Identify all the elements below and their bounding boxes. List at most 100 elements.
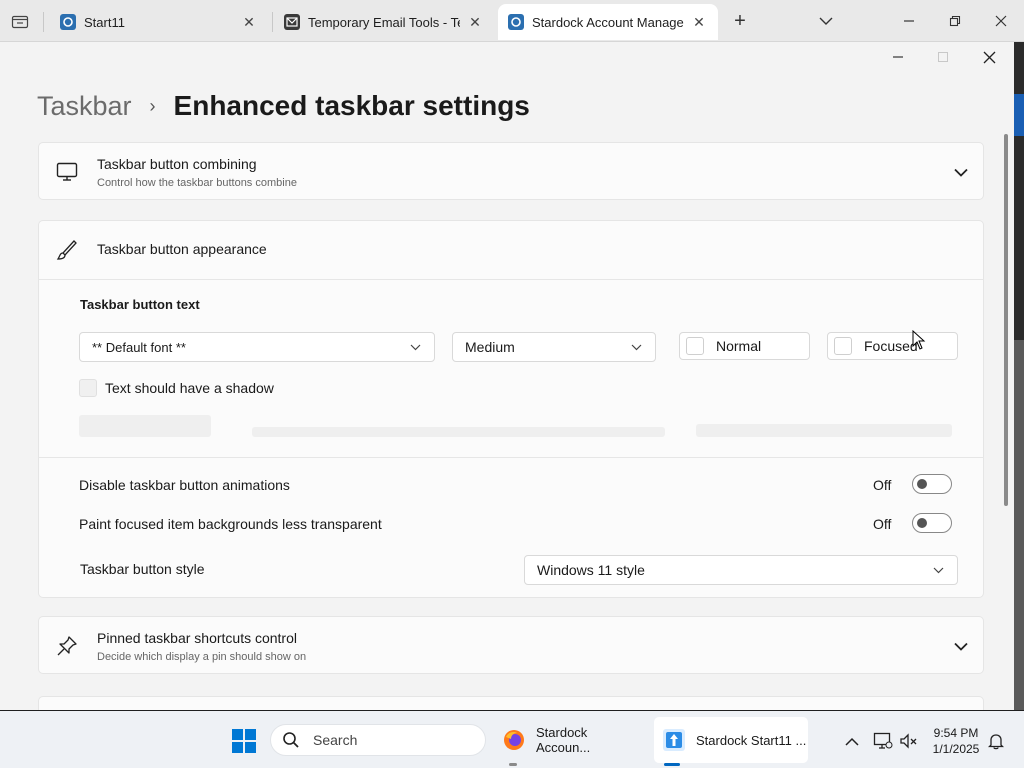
next-settings-card[interactable] (38, 696, 984, 710)
tab-title: Temporary Email Tools - Temporary Email … (308, 14, 460, 30)
tab-separator (43, 12, 44, 32)
card-subtitle: Decide which display a pin should show o… (97, 651, 307, 663)
settings-window: Taskbar › Enhanced taskbar settings Task… (0, 42, 1014, 710)
network-icon[interactable] (873, 731, 893, 751)
new-tab-button[interactable]: + (726, 8, 754, 34)
preview-placeholder (696, 424, 952, 437)
paint-focused-state: Off (873, 516, 892, 532)
tab-list-dropdown-button[interactable] (812, 8, 840, 34)
taskbar-app-label: Stardock Start11 ... (696, 732, 807, 748)
notification-bell-icon[interactable] (986, 731, 1006, 751)
scrollbar-thumb[interactable] (1004, 134, 1008, 506)
chevron-down-icon[interactable] (951, 162, 971, 182)
tab-actions-button[interactable] (8, 10, 32, 32)
firefox-icon (504, 730, 524, 750)
tab-separator (272, 12, 273, 32)
tab-close-icon[interactable]: ✕ (240, 13, 258, 31)
disable-animations-toggle[interactable] (912, 474, 952, 494)
taskbar-button-combining-card[interactable]: Taskbar button combining Control how the… (38, 142, 984, 200)
window-close-button[interactable] (967, 44, 1011, 70)
card-title: Taskbar button combining (97, 156, 257, 172)
clock-time: 9:54 PM (933, 726, 979, 740)
checkbox-box (834, 337, 852, 355)
windows-start-icon[interactable] (230, 727, 258, 755)
show-hidden-icons-button[interactable] (842, 731, 862, 751)
normal-color-checkbox[interactable]: Normal (679, 332, 810, 360)
chevron-down-icon (819, 17, 833, 25)
minimize-icon (904, 20, 914, 22)
breadcrumb-separator-icon: › (149, 95, 156, 116)
normal-label: Normal (716, 338, 762, 354)
search-icon (281, 730, 301, 750)
font-select-value: ** Default font ** (92, 339, 186, 355)
close-icon (983, 51, 995, 63)
tab-title: Start11 (84, 14, 125, 30)
card-header: Taskbar button appearance (39, 221, 983, 279)
monitor-icon (55, 160, 79, 184)
taskbar-app-label: Stardock Accoun... (536, 725, 591, 755)
taskbar-running-indicator (509, 763, 517, 766)
card-title: Taskbar button appearance (97, 241, 267, 257)
tab-title: Stardock Account Management (532, 14, 684, 30)
start11-icon (663, 729, 685, 751)
taskbar-button-appearance-card: Taskbar button appearance (38, 220, 984, 598)
disable-animations-label: Disable taskbar button animations (79, 477, 290, 493)
divider (38, 279, 984, 280)
clock-date: 1/1/2025 (932, 742, 980, 756)
taskbar-app-start11[interactable]: Stardock Start11 ... (654, 717, 808, 763)
tab-close-icon[interactable]: ✕ (466, 13, 484, 31)
tab-stardock-account[interactable]: Stardock Account Management ✕ (498, 4, 718, 40)
volume-muted-icon[interactable] (899, 731, 919, 751)
font-size-select-value: Medium (465, 339, 515, 355)
text-shadow-label: Text should have a shadow (105, 380, 274, 396)
breadcrumb-parent-link[interactable]: Taskbar (37, 91, 132, 122)
toggle-knob (917, 479, 927, 489)
preview-placeholder (252, 427, 665, 437)
browser-maximize-button[interactable] (941, 8, 969, 34)
taskbar-active-indicator (664, 763, 680, 766)
email-favicon-icon (284, 14, 300, 30)
background-window-edge (1014, 42, 1024, 710)
card-subtitle: Control how the taskbar buttons combine (97, 177, 297, 189)
tab-start11[interactable]: Start11 ✕ (50, 4, 268, 40)
maximize-icon (938, 52, 948, 62)
font-size-select[interactable]: Medium (452, 332, 656, 362)
chevron-up-icon (845, 737, 859, 746)
button-style-label: Taskbar button style (80, 561, 205, 577)
taskbar-app-firefox[interactable]: Stardock Accoun... (494, 717, 644, 763)
card-title: Pinned taskbar shortcuts control (97, 630, 297, 646)
card-header: Pinned taskbar shortcuts control Decide … (39, 617, 983, 675)
chevron-down-icon (931, 563, 945, 577)
button-style-select[interactable]: Windows 11 style (524, 555, 958, 585)
focused-color-checkbox[interactable]: Focused (827, 332, 958, 360)
tab-actions-icon (11, 15, 29, 29)
focused-label: Focused (864, 338, 918, 354)
stardock-favicon-icon (508, 14, 524, 30)
background-accent-block (1014, 94, 1024, 136)
browser-close-button[interactable] (987, 8, 1015, 34)
chevron-down-icon[interactable] (951, 636, 971, 656)
paint-focused-toggle[interactable] (912, 513, 952, 533)
checkbox-box (686, 337, 704, 355)
taskbar-search-box[interactable]: Search (270, 724, 486, 756)
browser-minimize-button[interactable] (895, 8, 923, 34)
tab-temporary-email[interactable]: Temporary Email Tools - Temporary Email … (274, 4, 494, 40)
windows-taskbar: Search Stardock Accoun... Stardock Start… (0, 710, 1024, 768)
disable-animations-state: Off (873, 477, 892, 493)
checkbox-box (79, 379, 97, 397)
window-maximize-button[interactable] (921, 44, 965, 70)
tab-close-icon[interactable]: ✕ (690, 13, 708, 31)
close-icon (995, 15, 1007, 27)
breadcrumb: Taskbar › Enhanced taskbar settings (37, 88, 530, 124)
text-shadow-checkbox[interactable]: Text should have a shadow (79, 379, 274, 397)
toggle-knob (917, 518, 927, 528)
pinned-shortcuts-card[interactable]: Pinned taskbar shortcuts control Decide … (38, 616, 984, 674)
plus-icon: + (734, 9, 746, 32)
divider (38, 457, 984, 458)
font-select[interactable]: ** Default font ** (79, 332, 435, 362)
search-placeholder: Search (313, 732, 358, 748)
taskbar-clock[interactable]: 9:54 PM 1/1/2025 (924, 725, 988, 757)
minimize-icon (893, 56, 903, 58)
background-grey-block (1014, 340, 1024, 710)
window-minimize-button[interactable] (876, 44, 920, 70)
